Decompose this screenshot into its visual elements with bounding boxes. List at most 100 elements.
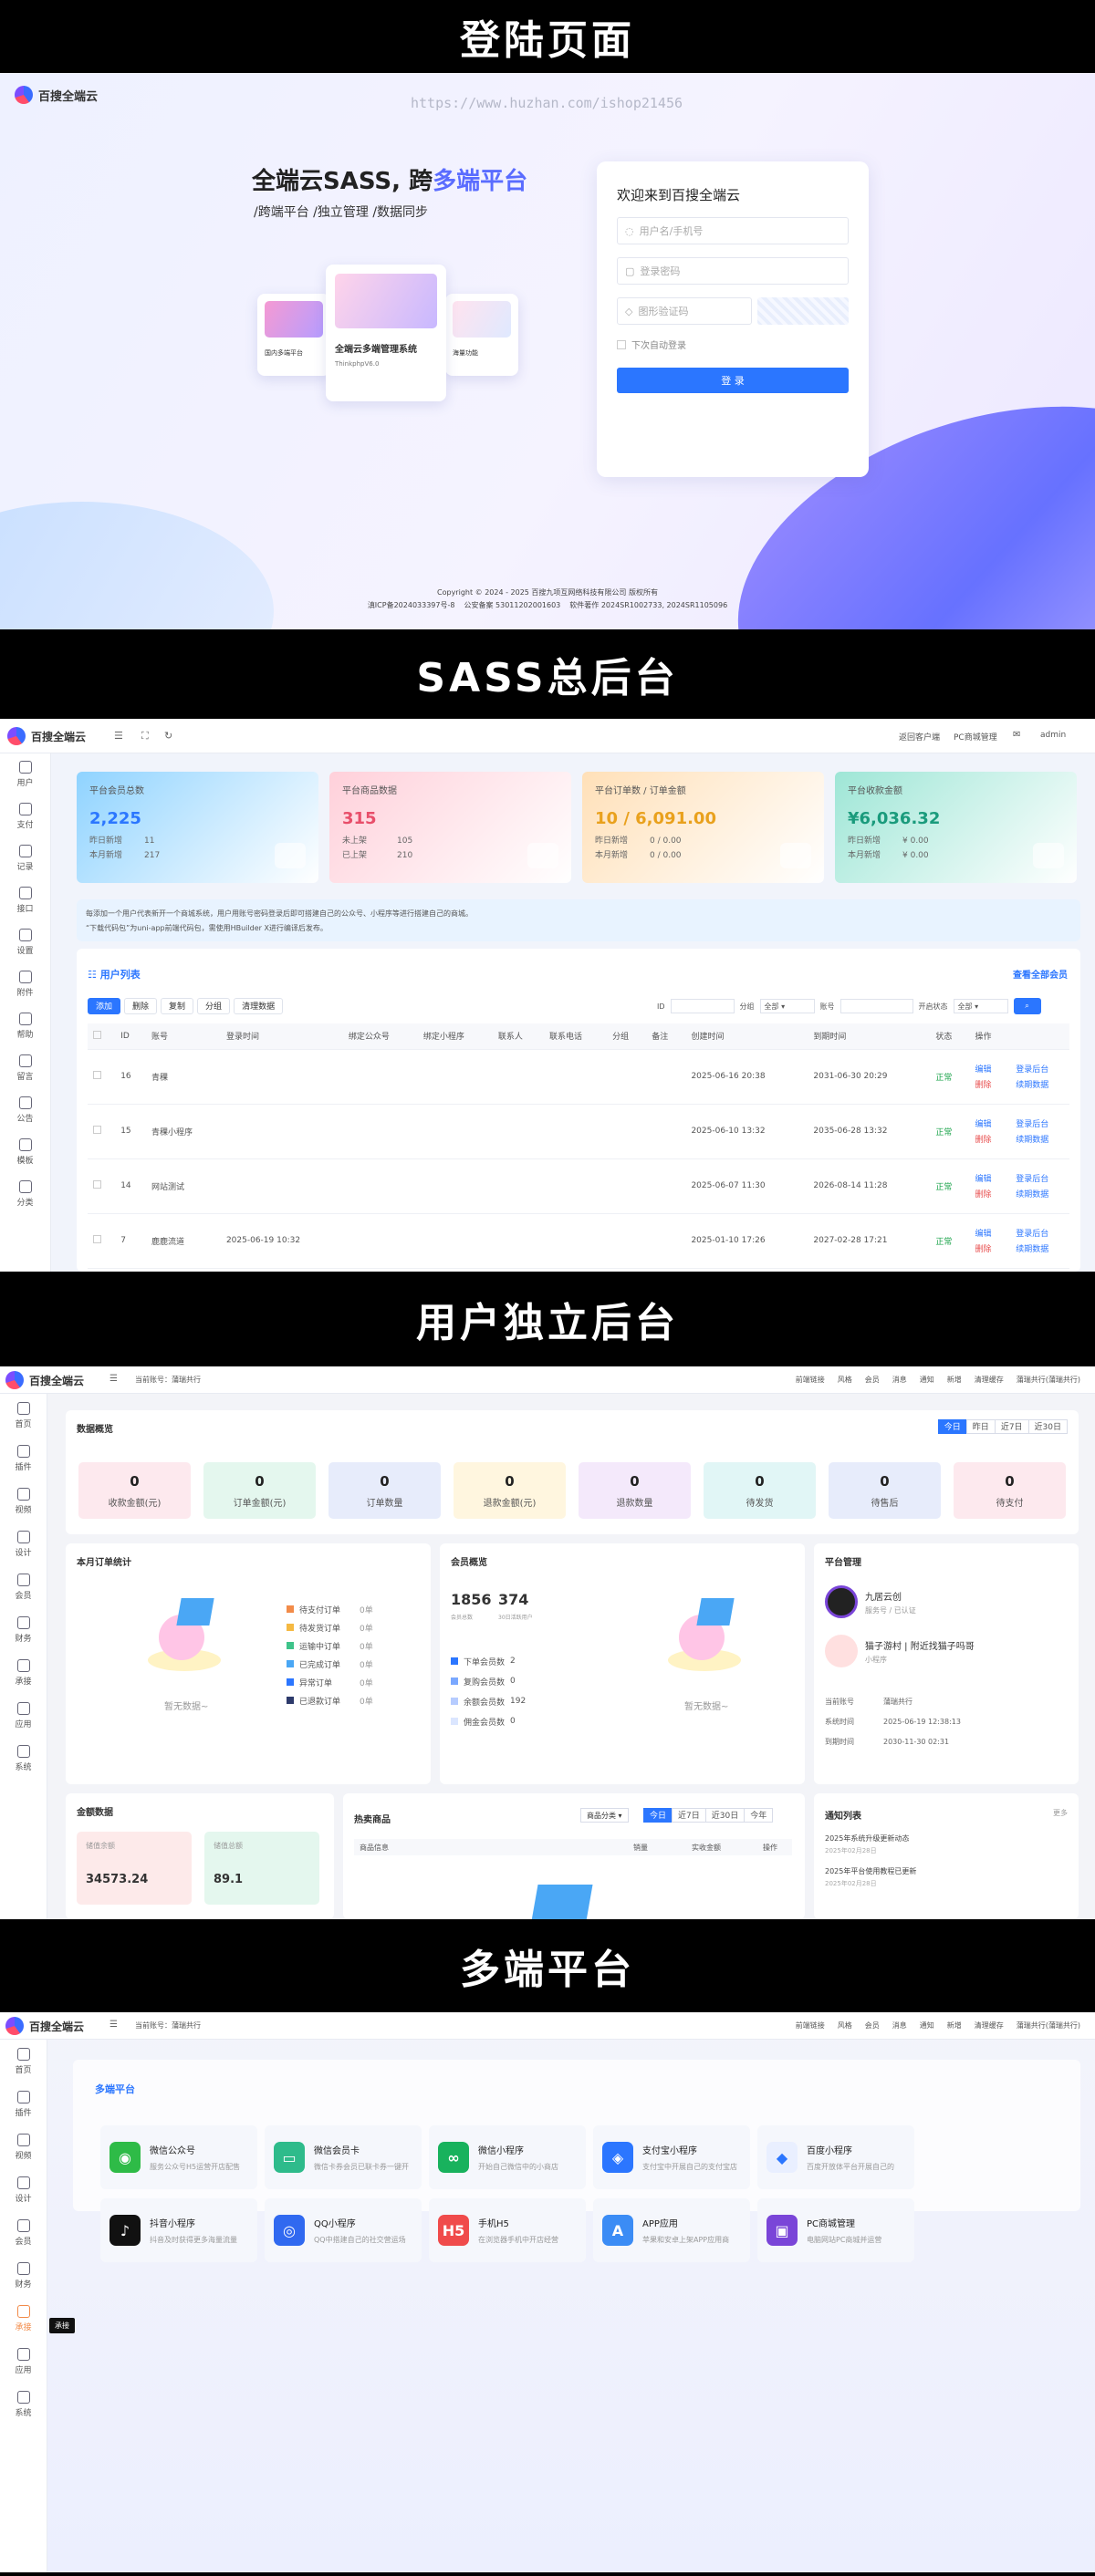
row-action-link[interactable]: 登录后台: [1016, 1063, 1064, 1075]
icp-record[interactable]: 滇ICP备2024033397号-8: [368, 600, 455, 610]
row-checkbox[interactable]: [88, 1104, 116, 1159]
sidebar-item[interactable]: 模板: [0, 1131, 50, 1173]
message-icon[interactable]: ✉: [1013, 730, 1020, 740]
remember-checkbox[interactable]: [617, 339, 626, 349]
row-checkbox[interactable]: [88, 1049, 116, 1105]
row-action-link[interactable]: 编辑: [975, 1227, 1007, 1239]
topbar-link[interactable]: 消息: [892, 2020, 907, 2031]
sidebar-item[interactable]: 公告: [0, 1089, 50, 1131]
row-action-link[interactable]: 续期数据: [1016, 1133, 1064, 1145]
menu-toggle-icon[interactable]: ☰: [110, 2020, 118, 2030]
brand-logo[interactable]: 百搜全端云: [15, 86, 98, 104]
range-tab[interactable]: 近30日: [704, 1808, 746, 1823]
topbar-link[interactable]: 通知: [920, 2020, 934, 2031]
news-item[interactable]: 2025年系统升级更新动态 2025年02月28日: [825, 1833, 916, 1855]
topbar-link[interactable]: 会员: [865, 1375, 880, 1385]
sidebar-item[interactable]: 财务: [0, 1608, 47, 1651]
sidebar-item[interactable]: 接口: [0, 879, 50, 921]
news-item[interactable]: 2025年平台使用教程已更新 2025年02月28日: [825, 1866, 916, 1888]
topbar-link[interactable]: 前端链接: [796, 1375, 825, 1385]
app-tile[interactable]: H5 手机H5 在浏览器手机中开店经营: [429, 2198, 586, 2262]
toolbar-button[interactable]: 添加: [88, 998, 121, 1014]
range-tab[interactable]: 今日: [937, 1419, 967, 1434]
news-more-link[interactable]: 更多: [1053, 1808, 1068, 1818]
topbar-link[interactable]: 清理缓存: [975, 2020, 1004, 2031]
sidebar-item[interactable]: 帮助: [0, 1005, 50, 1047]
row-action-link[interactable]: 删除: [975, 1133, 1007, 1145]
topbar-link[interactable]: 风格: [838, 1375, 852, 1385]
row-action-link[interactable]: 登录后台: [1016, 1117, 1064, 1129]
row-action-link[interactable]: 编辑: [975, 1172, 1007, 1184]
select-all-checkbox[interactable]: [88, 1023, 116, 1050]
remember-me[interactable]: 下次自动登录: [617, 338, 849, 351]
topbar-link[interactable]: 消息: [892, 1375, 907, 1385]
range-tab[interactable]: 近30日: [1027, 1419, 1068, 1434]
view-all-link[interactable]: 查看全部会员: [1013, 967, 1068, 981]
police-record[interactable]: 公安备案 53011202001603: [464, 600, 560, 610]
brand-logo[interactable]: 百搜全端云: [5, 1371, 84, 1389]
category-select[interactable]: 商品分类 ▾: [580, 1808, 629, 1823]
sidebar-item[interactable]: 分类: [0, 1173, 50, 1215]
app-tile[interactable]: ◈ 支付宝小程序 支付宝中开展自己的支付宝店: [593, 2125, 750, 2189]
topbar-link[interactable]: 蒲瑞共行(蒲瑞共行): [1017, 2020, 1080, 2031]
toolbar-button[interactable]: 复制: [161, 998, 194, 1014]
sidebar-item[interactable]: 财务: [0, 2254, 47, 2297]
menu-toggle-icon[interactable]: ☰: [114, 730, 123, 742]
row-action-link[interactable]: 删除: [975, 1078, 1007, 1090]
app-tile[interactable]: ◆ 百度小程序 百度开放体平台开展自己的: [757, 2125, 914, 2189]
app-tile[interactable]: ▣ PC商城管理 电脑网站PC商城并运营: [757, 2198, 914, 2262]
row-action-link[interactable]: 续期数据: [1016, 1242, 1064, 1254]
filter-group-select[interactable]: 全部 ▾: [759, 999, 815, 1013]
app-tile[interactable]: A APP应用 苹果和安卓上架APP应用商: [593, 2198, 750, 2262]
app-tile[interactable]: ◎ QQ小程序 QQ中搭建自己的社交营运场: [265, 2198, 422, 2262]
row-action-link[interactable]: 续期数据: [1016, 1078, 1064, 1090]
range-tab[interactable]: 近7日: [672, 1808, 706, 1823]
topbar-link[interactable]: 清理缓存: [975, 1375, 1004, 1385]
sidebar-item[interactable]: 承接: [0, 1651, 47, 1694]
toolbar-button[interactable]: 分组: [197, 998, 231, 1014]
row-action-link[interactable]: 续期数据: [1016, 1188, 1064, 1200]
topbar-link[interactable]: 新增: [947, 2020, 962, 2031]
app-tile[interactable]: ▭ 微信会员卡 微信卡券会员已联卡券一键开: [265, 2125, 422, 2189]
sidebar-item[interactable]: 用户: [0, 753, 50, 795]
row-checkbox[interactable]: [88, 1158, 116, 1214]
return-client-link[interactable]: 返回客户端: [899, 731, 940, 743]
sidebar-item[interactable]: 首页: [0, 2040, 47, 2083]
app-tile[interactable]: ◉ 微信公众号 服务公众号H5运营开店配售: [100, 2125, 257, 2189]
app-tile[interactable]: ♪ 抖音小程序 抖音及时获得更多海量流量: [100, 2198, 257, 2262]
row-action-link[interactable]: 登录后台: [1016, 1227, 1064, 1239]
search-icon[interactable]: ⌕: [1013, 998, 1041, 1014]
refresh-icon[interactable]: ↻: [164, 730, 172, 742]
news-item-title[interactable]: 2025年平台使用教程已更新: [825, 1866, 916, 1876]
sidebar-item[interactable]: 视频: [0, 2125, 47, 2168]
menu-toggle-icon[interactable]: ☰: [110, 1374, 118, 1384]
row-action-link[interactable]: 编辑: [975, 1117, 1007, 1129]
topbar-link[interactable]: 前端链接: [796, 2020, 825, 2031]
range-tab[interactable]: 今日: [643, 1808, 673, 1823]
sidebar-item[interactable]: 会员: [0, 2211, 47, 2254]
sidebar-item[interactable]: 会员: [0, 1565, 47, 1608]
row-action-link[interactable]: 删除: [975, 1188, 1007, 1200]
range-tab[interactable]: 昨日: [965, 1419, 996, 1434]
filter-status-select[interactable]: 全部 ▾: [953, 999, 1008, 1013]
app-tile[interactable]: ∞ 微信小程序 开始自己微信中的小商店: [429, 2125, 586, 2189]
username-field[interactable]: ◌ 用户名/手机号: [617, 217, 849, 244]
sidebar-item[interactable]: 应用: [0, 1694, 47, 1737]
range-tab[interactable]: 今年: [744, 1808, 774, 1823]
sidebar-item[interactable]: 记录: [0, 837, 50, 879]
captcha-image[interactable]: [757, 297, 849, 325]
filter-account-input[interactable]: [840, 999, 913, 1013]
news-item-title[interactable]: 2025年系统升级更新动态: [825, 1833, 916, 1844]
sidebar-item[interactable]: 设计: [0, 2168, 47, 2211]
toolbar-button[interactable]: 删除: [124, 998, 158, 1014]
fullscreen-icon[interactable]: ⛶: [141, 730, 149, 743]
filter-id-input[interactable]: [670, 999, 735, 1013]
sidebar-item[interactable]: 设计: [0, 1522, 47, 1565]
topbar-link[interactable]: 风格: [838, 2020, 852, 2031]
topbar-link[interactable]: 蒲瑞共行(蒲瑞共行): [1017, 1375, 1080, 1385]
sidebar-item[interactable]: 应用: [0, 2340, 47, 2383]
range-tab[interactable]: 近7日: [994, 1419, 1029, 1434]
sidebar-item[interactable]: 插件: [0, 2083, 47, 2125]
sidebar-item[interactable]: 设置: [0, 921, 50, 963]
sidebar-item[interactable]: 系统: [0, 2383, 47, 2425]
